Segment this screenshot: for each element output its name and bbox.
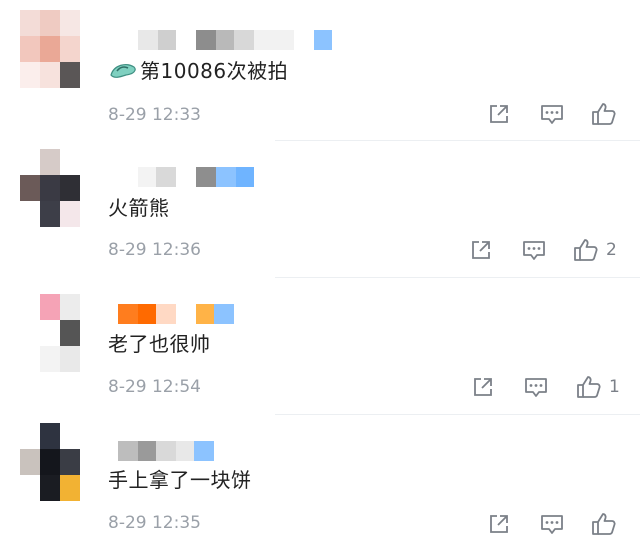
thumbs-up-icon bbox=[577, 376, 601, 398]
share-button[interactable] bbox=[486, 101, 512, 127]
like-button[interactable]: 2 bbox=[572, 237, 617, 263]
comment-text-content: 第10086次被拍 bbox=[140, 59, 289, 83]
comment-time: 8-29 12:35 bbox=[108, 513, 201, 533]
reply-button[interactable] bbox=[538, 511, 566, 537]
slipper-emoji bbox=[108, 59, 138, 89]
share-icon bbox=[490, 105, 508, 123]
share-button[interactable] bbox=[468, 237, 494, 263]
comment-item: 第10086次被拍 8-29 12:33 bbox=[0, 0, 640, 140]
comment-time: 8-29 12:54 bbox=[108, 377, 201, 397]
avatar[interactable] bbox=[20, 149, 80, 227]
comment-text: 火箭熊 bbox=[108, 196, 170, 220]
comment-icon bbox=[541, 105, 563, 124]
comment-item: 手上拿了一块饼 8-29 12:35 bbox=[0, 415, 640, 540]
reply-button[interactable] bbox=[522, 374, 550, 400]
like-count: 1 bbox=[609, 377, 620, 397]
username-blurred[interactable] bbox=[118, 304, 238, 324]
thumbs-up-icon bbox=[592, 513, 616, 535]
reply-button[interactable] bbox=[538, 101, 566, 127]
like-button[interactable] bbox=[590, 101, 624, 127]
comment-icon bbox=[525, 378, 547, 397]
comment-icon bbox=[541, 515, 563, 534]
comment-item: 火箭熊 8-29 12:36 2 bbox=[0, 141, 640, 277]
reply-button[interactable] bbox=[520, 237, 548, 263]
comment-text: 手上拿了一块饼 bbox=[108, 468, 252, 492]
comment-time: 8-29 12:36 bbox=[108, 240, 201, 260]
comment-text: 老了也很帅 bbox=[108, 332, 211, 356]
avatar[interactable] bbox=[20, 423, 80, 501]
comment-time: 8-29 12:33 bbox=[108, 105, 201, 125]
like-count: 2 bbox=[606, 240, 617, 260]
username-blurred[interactable] bbox=[138, 30, 338, 50]
share-button[interactable] bbox=[470, 374, 496, 400]
avatar[interactable] bbox=[20, 10, 80, 88]
like-button[interactable]: 1 bbox=[575, 374, 620, 400]
share-icon bbox=[474, 378, 492, 396]
share-icon bbox=[490, 515, 508, 533]
username-blurred[interactable] bbox=[118, 441, 218, 461]
comment-icon bbox=[523, 241, 545, 260]
share-icon bbox=[472, 241, 490, 259]
comment-text: 第10086次被拍 bbox=[108, 58, 288, 89]
username-blurred[interactable] bbox=[138, 167, 258, 187]
avatar[interactable] bbox=[20, 294, 80, 372]
like-button[interactable] bbox=[590, 511, 624, 537]
thumbs-up-icon bbox=[592, 103, 616, 125]
thumbs-up-icon bbox=[574, 239, 598, 261]
share-button[interactable] bbox=[486, 511, 512, 537]
comment-item: 老了也很帅 8-29 12:54 1 bbox=[0, 278, 640, 414]
